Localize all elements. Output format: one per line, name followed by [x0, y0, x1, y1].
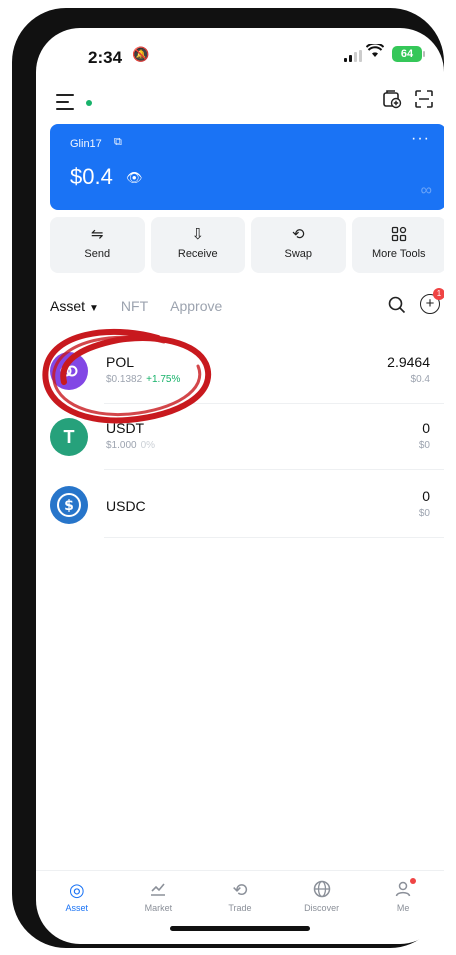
- wallet-name: Glin17: [70, 138, 102, 150]
- asset-value: $0: [418, 440, 430, 451]
- online-status-dot: [86, 100, 92, 106]
- asset-amount: 2.9464: [387, 354, 430, 370]
- wallet-balance: $0.4: [70, 164, 113, 189]
- chart-icon: [118, 879, 200, 901]
- status-bar: 2:34 🔕 64: [36, 28, 444, 78]
- menu-icon[interactable]: [56, 94, 74, 115]
- eye-icon[interactable]: 👁: [126, 170, 143, 186]
- search-icon[interactable]: [388, 296, 406, 319]
- asset-symbol: USDC: [106, 498, 146, 514]
- tab-nft[interactable]: NFT: [121, 298, 148, 314]
- usdc-icon: $: [50, 486, 88, 524]
- nav-trade[interactable]: ⟲ Trade: [199, 871, 281, 921]
- home-indicator: [170, 926, 310, 931]
- wifi-icon: [365, 42, 385, 63]
- app-screen: 2:34 🔕 64 Glin17 ⧉ $0.4 👁 ··· ∞ ⇋ Send ⇩…: [36, 28, 444, 944]
- tab-approve[interactable]: Approve: [170, 298, 222, 314]
- swap-icon: ⟲: [291, 226, 305, 243]
- annotation-circle: [42, 329, 211, 424]
- globe-icon: [281, 879, 363, 901]
- wallet-card[interactable]: Glin17 ⧉ $0.4 👁 ··· ∞: [50, 124, 444, 210]
- more-tools-button[interactable]: More Tools: [351, 217, 445, 273]
- asset-amount: 0: [422, 420, 430, 436]
- svg-text:$: $: [64, 498, 74, 514]
- phone-frame: 2:34 🔕 64 Glin17 ⧉ $0.4 👁 ··· ∞ ⇋ Send ⇩…: [12, 8, 444, 948]
- nav-market[interactable]: Market: [118, 871, 200, 921]
- link-icon: ∞: [420, 182, 432, 199]
- asset-tabs: Asset ▼ NFT Approve: [50, 298, 222, 314]
- quick-actions: ⇋ Send ⇩ Receive ⟲ Swap More Tools: [50, 217, 444, 273]
- asset-amount: 0: [422, 488, 430, 504]
- add-wallet-icon[interactable]: [380, 88, 404, 112]
- user-icon: [362, 879, 444, 901]
- notification-badge: 1: [433, 288, 444, 300]
- asset-value: $0: [418, 508, 430, 519]
- battery-icon: 64: [392, 46, 425, 62]
- download-icon: ⇩: [191, 226, 205, 243]
- tab-asset[interactable]: Asset ▼: [50, 298, 99, 314]
- nav-asset[interactable]: ◎ Asset: [36, 871, 118, 921]
- asset-value: $0.4: [410, 374, 430, 385]
- send-button[interactable]: ⇋ Send: [50, 217, 145, 273]
- asset-price: $1.000 0%: [106, 440, 156, 451]
- swap-button[interactable]: ⟲ Swap: [251, 217, 346, 273]
- more-options-icon[interactable]: ···: [411, 130, 430, 148]
- scan-icon[interactable]: [412, 88, 436, 112]
- silent-bell-icon: 🔕: [132, 46, 150, 62]
- grid-icon: [352, 226, 445, 244]
- asset-row-usdc[interactable]: $ USDC 0 $0: [36, 472, 444, 538]
- signal-icon: [344, 50, 362, 62]
- caret-down-icon: ▼: [89, 303, 99, 314]
- swap-horizontal-icon: ⇋: [90, 226, 104, 243]
- bottom-nav: ◎ Asset Market ⟲ Trade Discover Me: [36, 870, 444, 921]
- nav-discover[interactable]: Discover: [281, 871, 363, 921]
- trade-icon: ⟲: [232, 880, 248, 900]
- asset-icon: ◎: [68, 880, 85, 900]
- status-time: 2:34: [88, 48, 123, 67]
- me-notification-dot: [409, 878, 416, 884]
- nav-me[interactable]: Me: [362, 871, 444, 921]
- copy-icon[interactable]: ⧉: [114, 136, 122, 149]
- receive-button[interactable]: ⇩ Receive: [150, 217, 245, 273]
